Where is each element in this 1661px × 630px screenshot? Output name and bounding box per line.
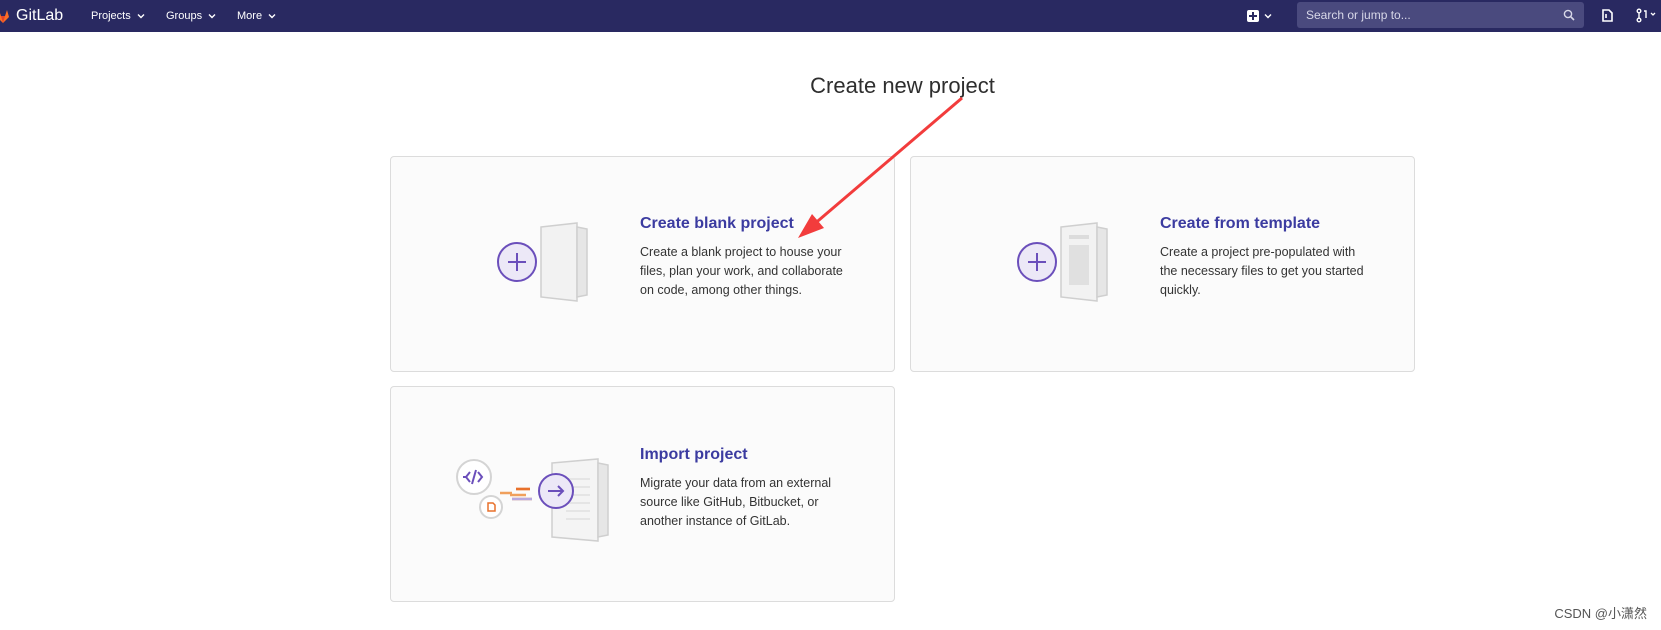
create-blank-project-description: Create a blank project to house your fil… bbox=[640, 245, 843, 297]
import-project-illustration-icon bbox=[456, 458, 609, 542]
page: GitLab Projects Groups More Search or ju… bbox=[0, 0, 1661, 630]
top-navbar: GitLab Projects Groups More bbox=[0, 0, 1661, 32]
watermark: CSDN @小潇然 bbox=[1554, 606, 1647, 621]
create-from-template-heading: Create from template bbox=[1160, 215, 1321, 232]
import-project-card[interactable]: Import project Migrate your data from an… bbox=[390, 386, 895, 602]
nav-projects-label: Projects bbox=[91, 10, 131, 22]
merge-request-icon[interactable] bbox=[1636, 8, 1656, 23]
chevron-down-icon bbox=[268, 14, 276, 19]
new-item-dropdown[interactable] bbox=[1247, 7, 1273, 25]
gitlab-logo-icon bbox=[0, 10, 9, 23]
blank-project-illustration-icon bbox=[497, 222, 588, 302]
create-from-template-card[interactable]: Create from template Create a project pr… bbox=[910, 156, 1415, 372]
nav-projects[interactable]: Projects bbox=[91, 0, 146, 32]
gitlab-home-link[interactable]: GitLab bbox=[0, 0, 63, 32]
plus-square-icon bbox=[1247, 10, 1259, 22]
create-blank-project-heading: Create blank project bbox=[640, 215, 794, 232]
todo-icon[interactable] bbox=[1601, 8, 1615, 23]
template-project-illustration-icon bbox=[1017, 222, 1108, 302]
chevron-down-icon bbox=[1264, 14, 1272, 19]
brand-name: GitLab bbox=[16, 7, 64, 24]
create-blank-project-card[interactable]: Create blank project Create a blank proj… bbox=[390, 156, 895, 372]
search-box[interactable] bbox=[1297, 2, 1584, 28]
search-icon bbox=[1563, 9, 1575, 21]
import-project-heading: Import project bbox=[640, 446, 748, 463]
import-project-description: Migrate your data from an external sourc… bbox=[640, 476, 832, 528]
search-input[interactable] bbox=[1297, 8, 1547, 22]
page-title: Create new project bbox=[810, 73, 995, 98]
nav-groups[interactable]: Groups bbox=[166, 0, 217, 32]
chevron-down-icon bbox=[137, 14, 145, 19]
nav-groups-label: Groups bbox=[166, 10, 203, 22]
create-from-template-description: Create a project pre-populated with the … bbox=[1160, 245, 1364, 297]
nav-more[interactable]: More bbox=[237, 0, 277, 32]
nav-more-label: More bbox=[237, 10, 263, 22]
chevron-down-icon bbox=[208, 14, 216, 19]
